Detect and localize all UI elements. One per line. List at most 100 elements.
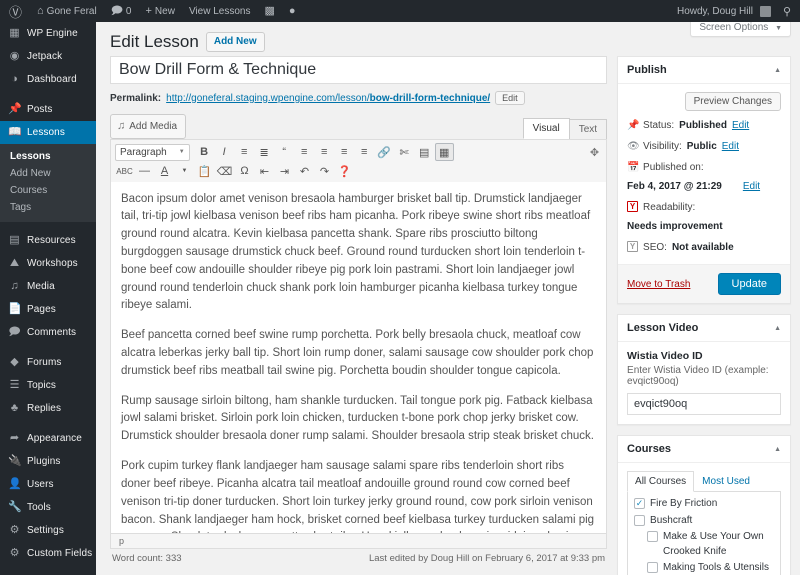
sidebar-item-jetpack[interactable]: ◉ Jetpack <box>0 45 96 68</box>
preview-changes-button[interactable]: Preview Changes <box>684 92 781 111</box>
format-select[interactable]: Paragraph ▼ <box>115 143 190 161</box>
align-right-icon[interactable]: ≡ <box>335 143 354 161</box>
screen-options-toggle[interactable]: Screen Options ▼ <box>690 22 791 37</box>
edit-permalink-button[interactable]: Edit <box>495 91 525 105</box>
courses-checklist[interactable]: ✓ Fire By Friction Bushcraft Make & Use … <box>627 492 781 575</box>
sidebar-item-users[interactable]: 👤 Users <box>0 473 96 496</box>
strikethrough-icon[interactable]: ABC <box>115 162 134 180</box>
numbered-list-icon[interactable]: ≣ <box>255 143 274 161</box>
tab-most-used[interactable]: Most Used <box>694 471 758 492</box>
submenu-item-lessons[interactable]: Lessons <box>0 148 96 165</box>
clear-formatting-icon[interactable]: ⌫ <box>215 162 234 180</box>
list-item[interactable]: Make & Use Your Own Crooked Knife <box>634 530 774 559</box>
toolbar-row-2: ABC — A ▼ 📋 ⌫ Ω ⇤ ⇥ ↶ ↷ ❓ <box>115 162 602 181</box>
edit-visibility-link[interactable]: Edit <box>722 140 739 154</box>
comments-bubble[interactable]: 🗩 0 <box>104 0 139 22</box>
move-to-trash-link[interactable]: Move to Trash <box>627 279 690 290</box>
new-label: New <box>154 5 175 17</box>
wistia-video-id-input[interactable] <box>627 393 781 415</box>
redo-icon[interactable]: ↷ <box>315 162 334 180</box>
sidebar-item-custom-fields[interactable]: ⚙ Custom Fields <box>0 542 96 565</box>
paste-as-text-icon[interactable]: 📋 <box>195 162 214 180</box>
sidebar-item-lessons[interactable]: 📖 Lessons <box>0 121 96 144</box>
indent-icon[interactable]: ⇥ <box>275 162 294 180</box>
editor-content[interactable]: Bacon ipsum dolor amet venison bresaola … <box>110 181 608 534</box>
site-name-menu[interactable]: ⌂ Gone Feral <box>30 0 104 22</box>
add-media-label: Add Media <box>129 120 178 132</box>
sidebar-item-pages[interactable]: 📄 Pages <box>0 298 96 321</box>
comment-icon: 🗩 <box>110 4 123 17</box>
undo-icon[interactable]: ↶ <box>295 162 314 180</box>
howdy-label: Howdy, Doug Hill <box>676 5 753 17</box>
published-label: Published on: <box>643 162 704 173</box>
text-color-icon[interactable]: A <box>155 162 174 180</box>
sidebar-item-settings[interactable]: ⚙ Settings <box>0 519 96 542</box>
sidebar-item-media[interactable]: ♫ Media <box>0 275 96 298</box>
submenu-item-add-new[interactable]: Add New <box>0 165 96 182</box>
color-dropdown-icon[interactable]: ▼ <box>175 162 194 180</box>
align-left-icon[interactable]: ≡ <box>295 143 314 161</box>
checkbox-icon[interactable] <box>647 562 659 573</box>
read-more-icon[interactable]: ▤ <box>415 143 434 161</box>
add-new-button[interactable]: Add New <box>205 32 265 52</box>
align-justify-icon[interactable]: ≡ <box>355 143 374 161</box>
submenu-item-courses[interactable]: Courses <box>0 182 96 199</box>
sidebar-item-resources[interactable]: ▤ Resources <box>0 229 96 252</box>
horizontal-rule-icon[interactable]: — <box>135 162 154 180</box>
checkbox-checked-icon[interactable]: ✓ <box>634 498 646 509</box>
post-title-input[interactable] <box>110 56 608 84</box>
new-content-menu[interactable]: + New <box>138 0 181 22</box>
wordpress-logo-icon[interactable]: Ⓥ <box>0 0 30 22</box>
checkbox-icon[interactable] <box>634 514 646 526</box>
list-item[interactable]: Bushcraft <box>634 514 774 529</box>
publish-metabox-header[interactable]: Publish ▲ <box>618 57 790 84</box>
edit-published-link[interactable]: Edit <box>743 180 760 194</box>
add-media-button[interactable]: ♫ Add Media <box>110 114 187 139</box>
distraction-free-icon[interactable]: ✥ <box>590 146 602 159</box>
tab-text[interactable]: Text <box>568 118 608 139</box>
yoast-seo-menu[interactable]: ▩ <box>257 0 281 22</box>
italic-icon[interactable]: I <box>215 143 234 161</box>
sidebar-item-workshops[interactable]: ⛰ Workshops <box>0 252 96 275</box>
sidebar-item-posts[interactable]: 📌 Posts <box>0 98 96 121</box>
search-icon[interactable]: ⚲ <box>778 0 800 22</box>
courses-metabox-header[interactable]: Courses ▲ <box>618 436 790 463</box>
sidebar-item-plugins[interactable]: 🔌 Plugins <box>0 450 96 473</box>
special-character-icon[interactable]: Ω <box>235 162 254 180</box>
bold-icon[interactable]: B <box>195 143 214 161</box>
chevron-up-icon[interactable]: ▲ <box>774 67 781 74</box>
sidebar-item-topics[interactable]: ☰ Topics <box>0 374 96 397</box>
sidebar-item-forums[interactable]: ◆ Forums <box>0 351 96 374</box>
list-item[interactable]: ✓ Fire By Friction <box>634 497 774 512</box>
insert-link-icon[interactable]: 🔗 <box>375 143 394 161</box>
toolbar-toggle-icon[interactable]: ▦ <box>434 143 454 161</box>
tab-all-courses[interactable]: All Courses <box>627 471 695 492</box>
sidebar-item-dashboard[interactable]: ◑ Dashboard <box>0 68 96 91</box>
list-item[interactable]: Making Tools & Utensils <box>634 561 774 575</box>
align-center-icon[interactable]: ≡ <box>315 143 334 161</box>
help-icon[interactable]: ❓ <box>335 162 354 180</box>
updates-menu[interactable]: ● <box>282 0 303 22</box>
permalink-link[interactable]: http://goneferal.staging.wpengine.com/le… <box>166 93 490 104</box>
forums-icon: ◆ <box>10 356 19 368</box>
sidebar-item-tools[interactable]: 🔧 Tools <box>0 496 96 519</box>
outdent-icon[interactable]: ⇤ <box>255 162 274 180</box>
lesson-video-metabox-header[interactable]: Lesson Video ▲ <box>618 315 790 342</box>
update-button[interactable]: Update <box>717 273 781 295</box>
chevron-up-icon[interactable]: ▲ <box>774 446 781 453</box>
submenu-item-tags[interactable]: Tags <box>0 199 96 216</box>
view-lessons-link[interactable]: View Lessons <box>182 0 258 22</box>
sidebar-item-replies[interactable]: ♣ Replies <box>0 397 96 420</box>
checkbox-icon[interactable] <box>647 531 659 542</box>
remove-link-icon[interactable]: ✄ <box>395 143 414 161</box>
sidebar-item-wp-engine[interactable]: ▦ WP Engine <box>0 22 96 45</box>
account-menu[interactable]: Howdy, Doug Hill <box>670 0 778 22</box>
sidebar-item-label: Replies <box>27 403 62 414</box>
edit-status-link[interactable]: Edit <box>732 119 749 133</box>
bulleted-list-icon[interactable]: ≡ <box>235 143 254 161</box>
sidebar-item-appearance[interactable]: ➦ Appearance <box>0 427 96 450</box>
chevron-up-icon[interactable]: ▲ <box>774 325 781 332</box>
blockquote-icon[interactable]: “ <box>275 143 294 161</box>
tab-visual[interactable]: Visual <box>522 117 570 139</box>
sidebar-item-comments[interactable]: 🗩 Comments <box>0 321 96 344</box>
